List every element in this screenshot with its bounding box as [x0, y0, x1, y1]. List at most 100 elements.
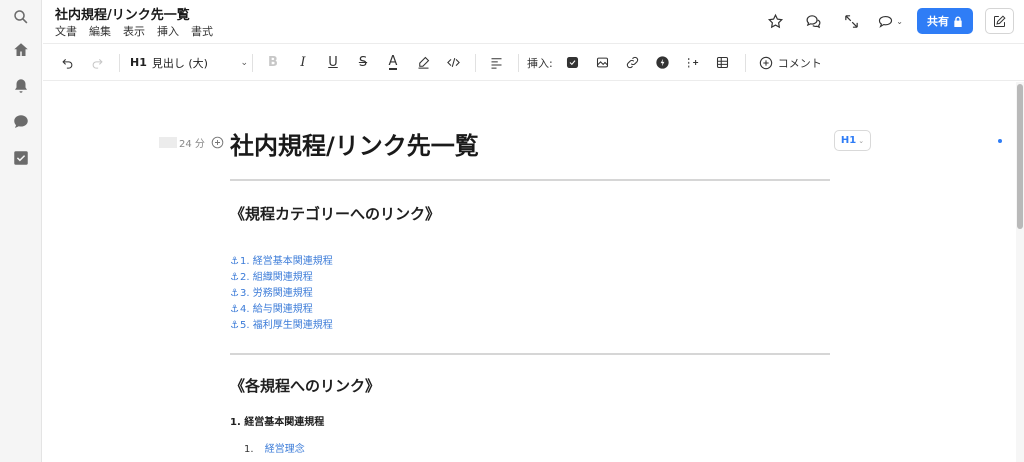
list-item[interactable]: ⚓5. 福利厚生関連規程: [230, 318, 333, 334]
align-left-icon: [491, 58, 501, 69]
chat-icon[interactable]: [9, 110, 33, 134]
expand-icon[interactable]: [839, 9, 863, 33]
category-link: 2. 組織関連規程: [239, 272, 313, 283]
document-title: 社内規程/リンク先一覧: [55, 8, 190, 23]
section-heading-regulations[interactable]: 《各規程へのリンク》: [230, 375, 380, 396]
pencil-square-icon: [994, 14, 1006, 27]
anchor-icon: ⚓: [230, 304, 239, 315]
heading-tag: H1: [130, 56, 147, 69]
chevron-down-icon: ⌄: [858, 136, 865, 145]
discussion-icon[interactable]: [801, 9, 825, 33]
bold-icon: B: [268, 55, 278, 70]
menu-bar: 文書 編集 表示 挿入 書式: [55, 23, 213, 39]
undo-button[interactable]: [55, 51, 79, 75]
underline-button[interactable]: U: [321, 51, 345, 75]
insert-label: 挿入:: [527, 56, 553, 70]
italic-icon: I: [300, 55, 306, 70]
insert-table-button[interactable]: [711, 51, 735, 75]
variable-icon: [688, 58, 699, 68]
add-comment-icon: [211, 136, 224, 149]
code-button[interactable]: [441, 51, 465, 75]
edit-button[interactable]: [985, 8, 1014, 34]
list-item[interactable]: ⚓1. 経営基本関連規程: [230, 254, 333, 270]
author-avatar: [159, 137, 177, 148]
insert-image-button[interactable]: [591, 51, 615, 75]
insert-variable-button[interactable]: [681, 51, 705, 75]
checkbox-icon: [567, 56, 579, 69]
align-button[interactable]: [484, 51, 508, 75]
toolbar-divider: [475, 53, 476, 72]
insert-link-button[interactable]: [621, 51, 645, 75]
block-type-label: H1: [840, 135, 857, 146]
menu-document[interactable]: 文書: [55, 23, 77, 39]
code-icon: [446, 57, 460, 68]
chevron-down-icon: ⌄: [240, 57, 248, 68]
comment-label: コメント: [777, 56, 822, 70]
editor-toolbar: H1 見出し (大) ⌄ B I U S A 挿入: コメント: [43, 45, 1024, 81]
add-comment-button[interactable]: コメント: [758, 55, 822, 71]
heading-style-select[interactable]: H1 見出し (大) ⌄: [130, 51, 248, 75]
list-item[interactable]: ⚓4. 給与関連規程: [230, 302, 333, 318]
list-item[interactable]: ⚓2. 組織関連規程: [230, 270, 333, 286]
category-link: 3. 労務関連規程: [239, 288, 313, 299]
share-label: 共有: [927, 15, 949, 28]
category-link: 4. 給与関連規程: [239, 304, 313, 315]
header: 社内規程/リンク先一覧 文書 編集 表示 挿入 書式 ⌄ 共有: [43, 0, 1024, 44]
header-actions: ⌄ 共有: [749, 8, 1014, 34]
image-icon: [597, 57, 609, 68]
outline-indicator[interactable]: [998, 139, 1002, 143]
star-icon[interactable]: [763, 9, 787, 33]
toolbar-divider: [119, 53, 120, 72]
chevron-down-icon: ⌄: [896, 16, 903, 26]
bell-icon[interactable]: [9, 74, 33, 98]
comment-menu-button[interactable]: ⌄: [877, 13, 903, 30]
menu-edit[interactable]: 編集: [89, 23, 111, 39]
bold-button[interactable]: B: [261, 51, 285, 75]
strikethrough-icon: S: [358, 55, 368, 70]
link-icon: [627, 56, 639, 69]
share-button[interactable]: 共有: [917, 8, 973, 34]
section-heading-categories[interactable]: 《規程カテゴリーへのリンク》: [230, 203, 440, 224]
lock-icon: [954, 15, 962, 27]
subheading[interactable]: 1. 経営基本関連規程: [230, 413, 324, 428]
menu-format[interactable]: 書式: [191, 23, 213, 39]
insert-action-button[interactable]: [651, 51, 675, 75]
list-item[interactable]: ⚓3. 労務関連規程: [230, 286, 333, 302]
text-color-icon: A: [388, 53, 398, 70]
highlight-button[interactable]: [411, 51, 435, 75]
add-comment-icon: [759, 56, 772, 69]
add-comment-inline-button[interactable]: [210, 135, 225, 150]
toolbar-divider: [744, 53, 746, 72]
category-link-list: ⚓1. 経営基本関連規程 ⚓2. 組織関連規程 ⚓3. 労務関連規程 ⚓4. 給…: [230, 254, 333, 334]
divider: [230, 179, 830, 181]
menu-insert[interactable]: 挿入: [157, 23, 179, 39]
list-number: 1.: [244, 444, 254, 455]
scrollbar-thumb[interactable]: [1017, 84, 1023, 229]
heading-style-label: 見出し (大): [151, 56, 208, 70]
block-type-selector[interactable]: H1 ⌄: [834, 130, 871, 151]
regulation-link[interactable]: 経営理念: [265, 444, 305, 455]
category-link: 1. 経営基本関連規程: [239, 256, 333, 267]
page-title[interactable]: 社内規程/リンク先一覧: [230, 126, 479, 161]
anchor-icon: ⚓: [230, 272, 239, 283]
underline-icon: U: [328, 55, 338, 70]
redo-icon: [92, 58, 103, 69]
edit-time: 24 分: [179, 139, 205, 150]
redo-button[interactable]: [85, 51, 109, 75]
italic-button[interactable]: I: [291, 51, 315, 75]
text-color-button[interactable]: A: [381, 51, 405, 75]
strikethrough-button[interactable]: S: [351, 51, 375, 75]
divider: [230, 353, 830, 355]
task-check-icon[interactable]: [9, 146, 33, 170]
lightning-icon: [656, 56, 669, 69]
menu-view[interactable]: 表示: [123, 23, 145, 39]
document-area: 24 分 社内規程/リンク先一覧 H1 ⌄ 《規程カテゴリーへのリンク》 ⚓1.…: [43, 82, 1024, 462]
anchor-icon: ⚓: [230, 256, 239, 267]
search-icon[interactable]: [9, 5, 33, 29]
home-icon[interactable]: [9, 38, 33, 62]
anchor-icon: ⚓: [230, 288, 239, 299]
left-rail: [0, 0, 42, 462]
speech-bubble-icon: [879, 15, 893, 28]
insert-checkbox-button[interactable]: [561, 51, 585, 75]
category-link: 5. 福利厚生関連規程: [239, 320, 333, 331]
